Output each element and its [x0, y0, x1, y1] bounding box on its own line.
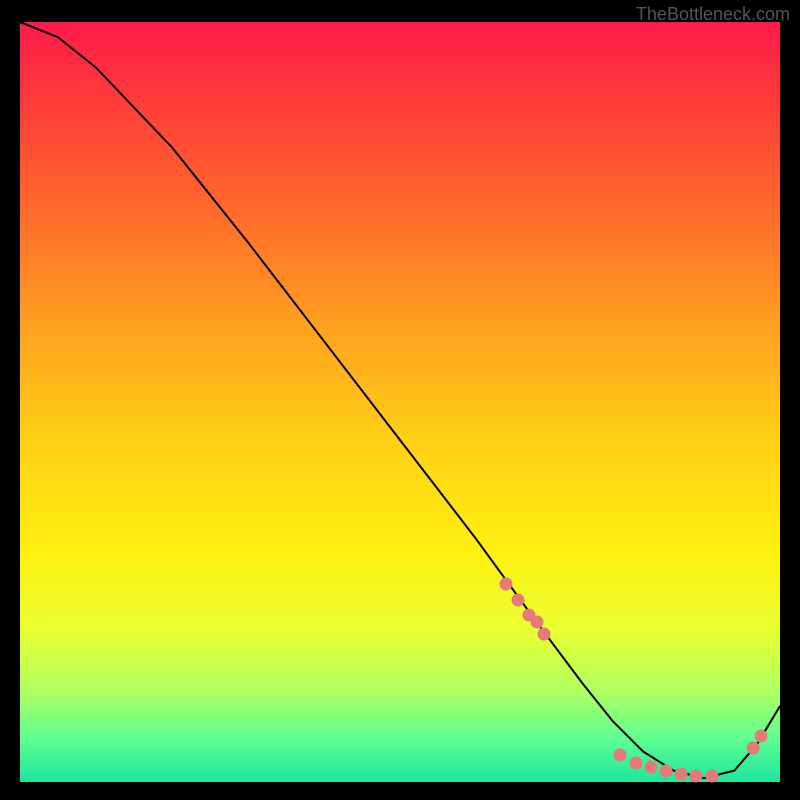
scatter-dot: [538, 627, 551, 640]
scatter-dot: [747, 741, 760, 754]
scatter-dot: [629, 757, 642, 770]
scatter-dot: [755, 730, 768, 743]
scatter-dot: [675, 768, 688, 781]
scatter-dot: [660, 764, 673, 777]
bottleneck-curve: [20, 22, 780, 778]
curve-svg: [20, 22, 780, 782]
scatter-dot: [500, 578, 513, 591]
scatter-dot: [644, 760, 657, 773]
plot-area: [20, 22, 780, 782]
scatter-dot: [614, 749, 627, 762]
scatter-dot: [690, 769, 703, 782]
scatter-dot: [705, 769, 718, 782]
scatter-dot: [511, 593, 524, 606]
attribution-text: TheBottleneck.com: [636, 4, 790, 25]
